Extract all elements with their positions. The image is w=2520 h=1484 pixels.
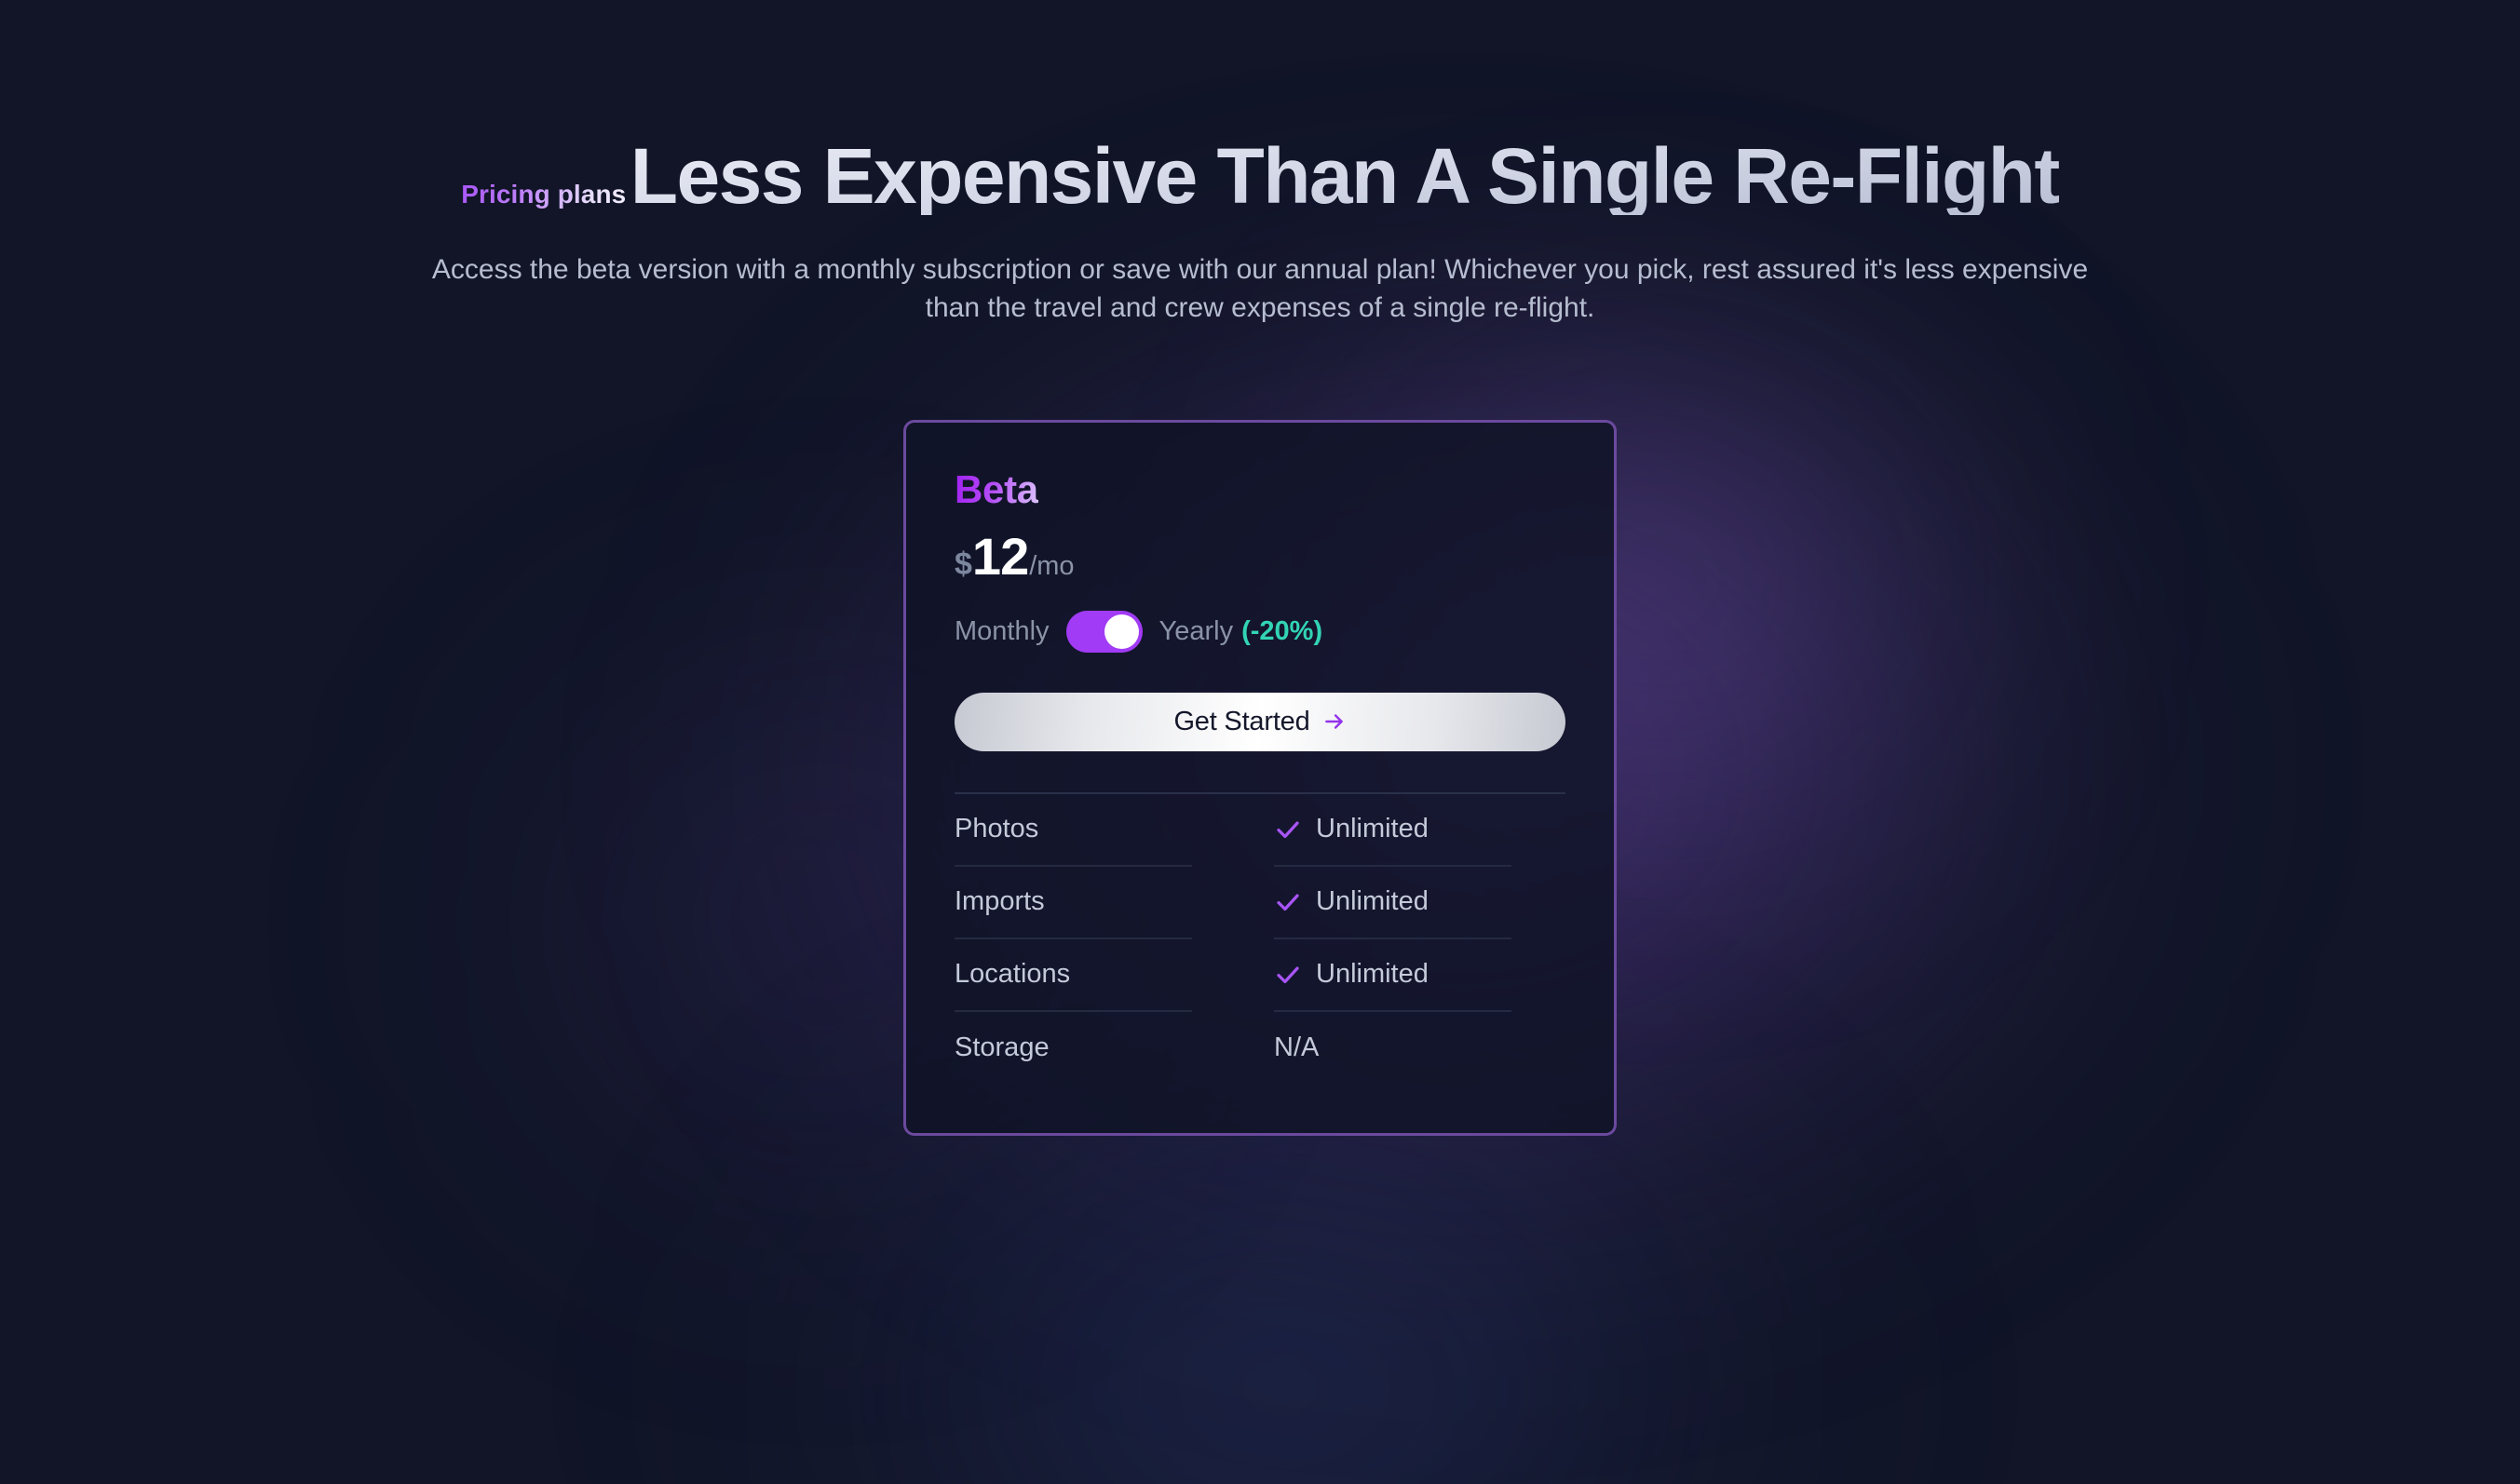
feature-value-cell: Unlimited xyxy=(1274,867,1511,939)
billing-yearly-label[interactable]: Yearly xyxy=(1159,616,1234,647)
toggle-knob[interactable] xyxy=(1104,614,1139,649)
feature-value-text: N/A xyxy=(1274,1032,1320,1063)
pricing-header: Pricing plans Less Expensive Than A Sing… xyxy=(0,0,2520,328)
feature-label-cell: Imports xyxy=(955,867,1192,939)
feature-label-text: Locations xyxy=(955,959,1071,990)
page-title: Less Expensive Than A Single Re-Flight xyxy=(630,132,2061,220)
table-row: Photos Unlimited xyxy=(955,794,1565,867)
billing-period-toggle[interactable] xyxy=(1065,610,1143,653)
pricing-page: Pricing plans Less Expensive Than A Sing… xyxy=(0,0,2520,1484)
check-icon xyxy=(1274,816,1302,843)
table-row: Locations Unlimited xyxy=(955,939,1565,1012)
yearly-discount-badge: (-20%) xyxy=(1241,615,1323,646)
feature-value-text: Unlimited xyxy=(1316,886,1429,917)
price-period: /mo xyxy=(1029,550,1075,581)
pricing-card-beta: Beta $ 12 /mo Monthly Yearly (-20%) Get … xyxy=(903,419,1617,1136)
get-started-button[interactable]: Get Started xyxy=(955,692,1565,751)
pricing-eyebrow-label: Pricing plans xyxy=(461,180,627,209)
table-row: Imports Unlimited xyxy=(955,867,1565,939)
feature-value-text: Unlimited xyxy=(1316,814,1429,844)
feature-label-cell: Locations xyxy=(955,939,1192,1012)
plan-name-label: Beta xyxy=(955,466,1038,511)
feature-comparison-table: Photos Unlimited Imports Unlimited Locations… xyxy=(955,791,1565,1085)
get-started-label: Get Started xyxy=(1173,706,1310,736)
arrow-right-icon xyxy=(1322,709,1347,734)
feature-value-text: Unlimited xyxy=(1316,959,1429,990)
billing-period-selector: Monthly Yearly (-20%) xyxy=(955,610,1565,653)
feature-rows-container: Photos Unlimited Imports Unlimited Locations… xyxy=(955,794,1565,1085)
price-amount: 12 xyxy=(971,526,1029,586)
feature-value-cell: N/A xyxy=(1274,1012,1511,1085)
feature-label-text: Photos xyxy=(955,814,1039,844)
feature-value-cell: Unlimited xyxy=(1274,794,1511,867)
table-row: Storage N/A xyxy=(955,1012,1565,1085)
pricing-card-container: Beta $ 12 /mo Monthly Yearly (-20%) Get … xyxy=(0,419,2520,1136)
page-subtitle: Access the beta version with a monthly s… xyxy=(431,254,2089,323)
check-icon xyxy=(1274,961,1302,989)
feature-label-cell: Photos xyxy=(955,794,1192,867)
billing-yearly-group: Yearly (-20%) xyxy=(1159,616,1323,647)
check-icon xyxy=(1274,888,1302,916)
feature-label-cell: Storage xyxy=(955,1012,1192,1085)
feature-value-cell: Unlimited xyxy=(1274,939,1511,1012)
feature-label-text: Imports xyxy=(955,886,1045,917)
price-display: $ 12 /mo xyxy=(955,526,1565,586)
billing-monthly-label[interactable]: Monthly xyxy=(955,616,1050,647)
feature-label-text: Storage xyxy=(955,1032,1050,1063)
price-currency-symbol: $ xyxy=(955,546,972,582)
